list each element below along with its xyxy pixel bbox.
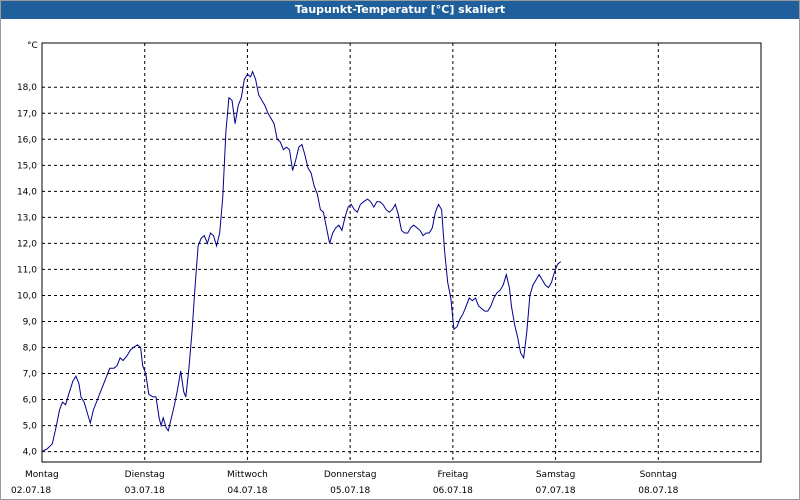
x-tick-day: Samstag (536, 470, 575, 480)
y-tick-label: 15,0 (17, 161, 37, 171)
chart-canvas: °C 4,0 5,0 6,0 7,0 8,0 9,0 10,0 11,0 12,0 13,0 14,… (11, 41, 762, 496)
x-tick-labels: Montag 02.07.18 Dienstag 03.07.18 Mittwoch 04… (11, 470, 679, 496)
y-tick-labels: 4,0 5,0 6,0 7,0 8,0 9,0 10,0 11,0 12,0 13,0 14,0 15… (17, 83, 37, 457)
y-tick-label: 13,0 (17, 213, 37, 223)
plot-frame (41, 42, 762, 463)
y-tick-label: 17,0 (17, 109, 37, 119)
x-tick-day: Donnerstag (324, 470, 377, 480)
y-tick-label: 8,0 (23, 343, 38, 353)
x-tick-date: 06.07.18 (433, 486, 473, 496)
grid (42, 43, 761, 462)
series-layer (41, 70, 562, 453)
x-tick-date: 07.07.18 (536, 486, 576, 496)
y-tick-label: 18,0 (17, 83, 37, 93)
y-tick-label: 4,0 (23, 448, 38, 458)
y-tick-label: 16,0 (17, 135, 37, 145)
y-tick-label: 7,0 (23, 370, 38, 380)
y-tick-label: 10,0 (17, 291, 37, 301)
x-tick-day: Sonntag (640, 470, 677, 480)
y-tick-label: 6,0 (23, 396, 38, 406)
x-tick-date: 03.07.18 (125, 486, 165, 496)
x-tick-date: 04.07.18 (227, 486, 267, 496)
x-tick-date: 02.07.18 (11, 486, 51, 496)
x-tick-day: Dienstag (125, 470, 165, 480)
y-tick-label: 11,0 (17, 265, 37, 275)
x-tick-date: 05.07.18 (330, 486, 370, 496)
y-tick-label: 5,0 (23, 422, 38, 432)
chart-window: Taupunkt-Temperatur [°C] skaliert °C 4,0… (0, 0, 800, 500)
series-line-taupunkt (41, 70, 562, 453)
x-tick-date: 08.07.18 (638, 486, 678, 496)
x-tick-day: Montag (25, 470, 59, 480)
x-tick-day: Freitag (437, 470, 468, 480)
y-tick-label: 12,0 (17, 239, 37, 249)
y-tick-label: 9,0 (23, 317, 38, 327)
y-tick-label: 14,0 (17, 187, 37, 197)
x-tick-day: Mittwoch (227, 470, 268, 480)
y-unit-label: °C (27, 41, 38, 51)
